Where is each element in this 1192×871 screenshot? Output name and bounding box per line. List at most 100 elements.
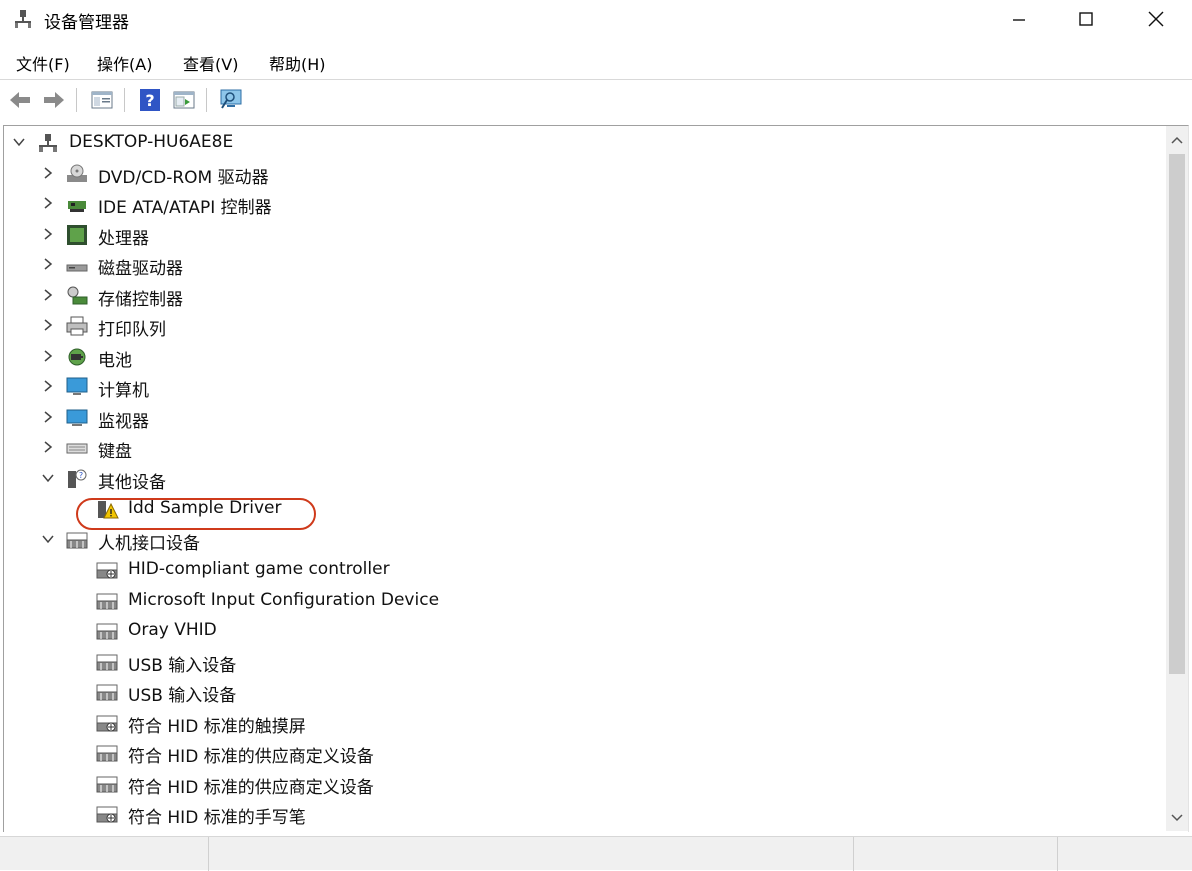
- minimize-icon: [1013, 19, 1025, 21]
- keyboard-icon: [66, 443, 88, 454]
- vertical-scrollbar[interactable]: [1166, 126, 1188, 831]
- scroll-up-button[interactable]: [1166, 128, 1188, 152]
- tree-item-other-devices[interactable]: ? 其他设备: [4, 464, 1104, 494]
- minimize-button[interactable]: [996, 0, 1042, 38]
- device-tree-panel: DESKTOP-HU6AE8E DVD/CD-ROM 驱动器 IDE ATA/A…: [3, 125, 1189, 832]
- tree-item-dvd[interactable]: DVD/CD-ROM 驱动器: [4, 159, 1104, 189]
- hid-device-icon: [96, 562, 118, 579]
- back-arrow-icon: [10, 92, 30, 108]
- hid-device-icon: [96, 654, 118, 671]
- tree-item-label: 监视器: [98, 412, 149, 432]
- tree-item-label: 磁盘驱动器: [98, 259, 183, 279]
- window-title: 设备管理器: [44, 13, 129, 33]
- chevron-right-icon[interactable]: [41, 440, 55, 454]
- tree-item-storage[interactable]: 存储控制器: [4, 281, 1104, 311]
- ide-controller-icon: [68, 201, 86, 212]
- tree-item-label: IDE ATA/ATAPI 控制器: [98, 198, 272, 218]
- scrollbar-thumb[interactable]: [1169, 154, 1185, 674]
- scan-hardware-button[interactable]: [218, 86, 246, 114]
- menu-action[interactable]: 操作(A): [97, 49, 152, 77]
- hid-device-icon: [96, 806, 118, 823]
- hid-device-icon: [96, 776, 118, 793]
- help-button[interactable]: ?: [136, 86, 164, 114]
- tree-item-hid-device[interactable]: HID-compliant game controller: [4, 555, 1104, 585]
- chevron-right-icon[interactable]: [41, 288, 55, 302]
- help-icon: ?: [140, 89, 160, 111]
- chevron-right-icon[interactable]: [41, 349, 55, 363]
- tree-item-processor[interactable]: 处理器: [4, 220, 1104, 250]
- device-manager-icon: [15, 10, 31, 28]
- tree-item-hid-device[interactable]: 符合 HID 标准的供应商定义设备: [4, 769, 1104, 799]
- tree-item-label: 人机接口设备: [98, 534, 200, 554]
- tree-item-label: DVD/CD-ROM 驱动器: [98, 168, 269, 188]
- tree-item-battery[interactable]: 电池: [4, 342, 1104, 372]
- chevron-right-icon[interactable]: [41, 379, 55, 393]
- tree-item-label: Microsoft Input Configuration Device: [128, 590, 440, 610]
- close-button[interactable]: [1133, 0, 1179, 38]
- other-devices-icon: ?: [68, 469, 87, 488]
- tree-root-label: DESKTOP-HU6AE8E: [69, 132, 234, 152]
- battery-icon: [68, 348, 86, 366]
- printer-icon: [66, 316, 88, 336]
- chevron-down-icon[interactable]: [12, 135, 26, 149]
- tree-item-label: 电池: [98, 351, 132, 371]
- tree-item-monitor[interactable]: 监视器: [4, 403, 1104, 433]
- tree-item-label: 符合 HID 标准的供应商定义设备: [128, 778, 374, 798]
- tree-item-ide[interactable]: IDE ATA/ATAPI 控制器: [4, 189, 1104, 219]
- maximize-button[interactable]: [1063, 0, 1109, 38]
- chevron-right-icon[interactable]: [41, 166, 55, 180]
- tree-item-hid-device[interactable]: USB 输入设备: [4, 677, 1104, 707]
- tree-item-label: 存储控制器: [98, 290, 183, 310]
- tree-item-label: 处理器: [98, 229, 149, 249]
- chevron-right-icon[interactable]: [41, 227, 55, 241]
- status-cell: [853, 837, 1057, 871]
- menu-view[interactable]: 查看(V): [183, 49, 238, 77]
- tree-item-label: 符合 HID 标准的供应商定义设备: [128, 747, 374, 767]
- hid-device-icon: [96, 593, 118, 610]
- chevron-down-icon[interactable]: [41, 532, 55, 546]
- monitor-icon: [66, 409, 88, 426]
- tree-item-disk[interactable]: 磁盘驱动器: [4, 250, 1104, 280]
- toolbar: ?: [0, 80, 1192, 122]
- tree-item-printer[interactable]: 打印队列: [4, 311, 1104, 341]
- tree-item-hid-device[interactable]: Microsoft Input Configuration Device: [4, 586, 1104, 616]
- status-cell: [208, 837, 852, 871]
- annotation-highlight-circle: [76, 498, 316, 530]
- dvd-drive-icon: [67, 164, 87, 182]
- menu-help[interactable]: 帮助(H): [269, 49, 326, 77]
- tree-item-keyboard[interactable]: 键盘: [4, 433, 1104, 463]
- tree-item-label: 键盘: [98, 442, 132, 462]
- svg-text:?: ?: [79, 471, 83, 480]
- chevron-right-icon[interactable]: [41, 410, 55, 424]
- tree-item-computer[interactable]: 计算机: [4, 372, 1104, 402]
- chevron-down-icon[interactable]: [41, 471, 55, 485]
- tree-item-label: 打印队列: [98, 320, 166, 340]
- properties-pane-button[interactable]: [88, 86, 116, 114]
- back-button[interactable]: [6, 86, 34, 114]
- svg-text:?: ?: [145, 91, 154, 110]
- tree-item-label: USB 输入设备: [128, 656, 237, 676]
- tree-root[interactable]: DESKTOP-HU6AE8E: [4, 128, 1104, 158]
- tree-item-hid-device[interactable]: 符合 HID 标准的手写笔: [4, 799, 1104, 829]
- menu-bar: 文件(F) 操作(A) 查看(V) 帮助(H): [0, 44, 1192, 78]
- toolbar-separator: [76, 88, 77, 112]
- hid-device-icon: [96, 745, 118, 762]
- tree-item-hid-device[interactable]: Oray VHID: [4, 616, 1104, 646]
- tree-item-label: 符合 HID 标准的触摸屏: [128, 717, 306, 737]
- hid-icon: [66, 532, 88, 549]
- maximize-icon: [1079, 12, 1093, 26]
- forward-button[interactable]: [40, 86, 68, 114]
- tree-item-hid-device[interactable]: 符合 HID 标准的触摸屏: [4, 708, 1104, 738]
- tree-item-hid-device[interactable]: USB 输入设备: [4, 647, 1104, 677]
- status-cell: [1057, 837, 1192, 871]
- properties-pane-icon: [91, 91, 113, 109]
- tree-item-hid-device[interactable]: 符合 HID 标准的供应商定义设备: [4, 738, 1104, 768]
- chevron-right-icon[interactable]: [41, 318, 55, 332]
- scroll-down-button[interactable]: [1166, 806, 1188, 830]
- show-pane-button[interactable]: [170, 86, 198, 114]
- chevron-up-icon: [1171, 136, 1183, 144]
- chevron-right-icon[interactable]: [41, 257, 55, 271]
- menu-file[interactable]: 文件(F): [16, 49, 70, 77]
- chevron-right-icon[interactable]: [41, 196, 55, 210]
- tree-item-label: USB 输入设备: [128, 686, 237, 706]
